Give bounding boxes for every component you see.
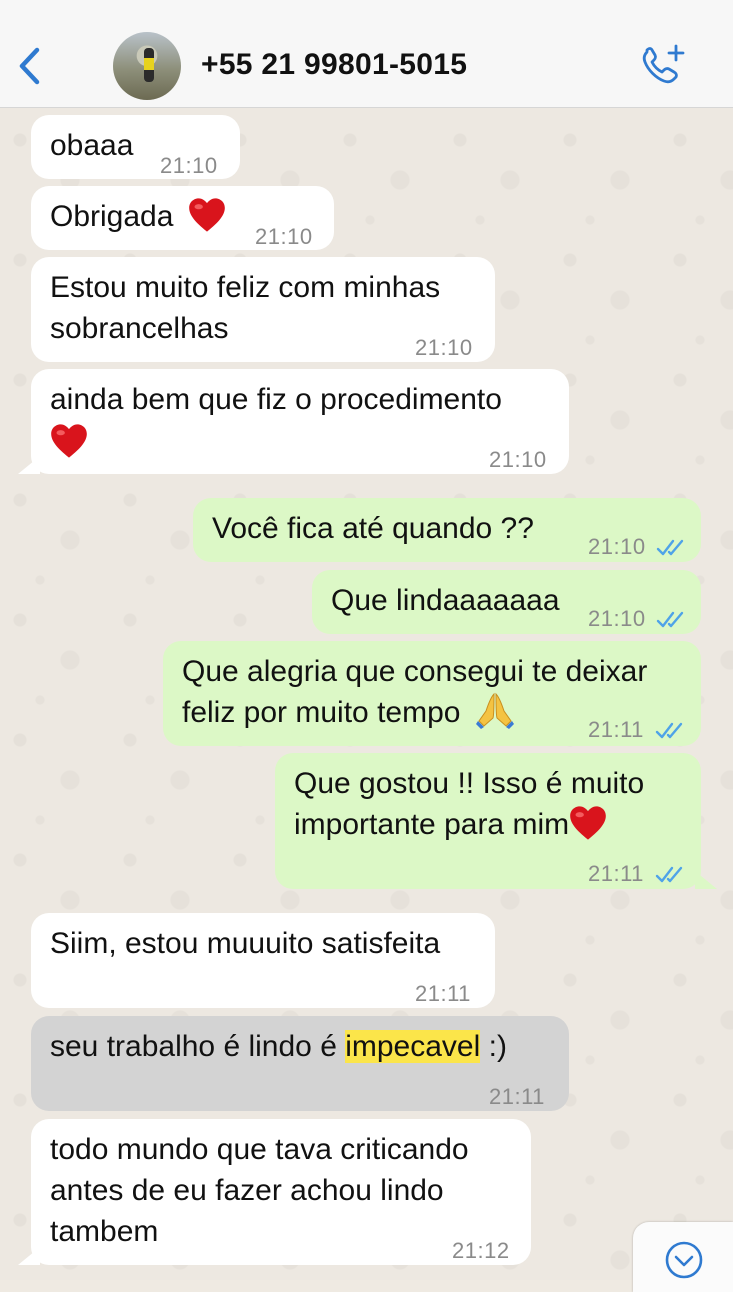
message-text-line: tambem <box>50 1215 159 1248</box>
message-text: Você fica até quando ?? <box>212 512 534 545</box>
message-text-line: feliz por muito tempo <box>182 696 461 729</box>
red-heart-icon <box>51 424 87 458</box>
double-check-icon <box>656 539 684 556</box>
message-text-line: Estou muito feliz com minhas <box>50 271 441 304</box>
incoming-message[interactable]: Obrigada 21:10 <box>31 186 334 250</box>
scroll-to-bottom-button[interactable] <box>633 1222 733 1292</box>
outgoing-message[interactable]: Que gostou !! Isso é muito importante pa… <box>275 753 701 889</box>
message-text: Siim, estou muuuito satisfeita <box>50 927 441 960</box>
outgoing-message[interactable]: Você fica até quando ?? 21:10 <box>193 498 701 562</box>
incoming-message[interactable]: ainda bem que fiz o procedimento 21:10 <box>31 369 569 474</box>
incoming-message[interactable]: Siim, estou muuuito satisfeita 21:11 <box>31 913 495 1008</box>
message-time: 21:11 <box>489 1084 545 1109</box>
folded-hands-icon <box>475 692 514 730</box>
phone-plus-icon <box>642 44 685 84</box>
message-time: 21:12 <box>452 1238 510 1263</box>
incoming-message[interactable]: obaaa 21:10 <box>31 115 240 179</box>
message-text: seu trabalho é lindo é <box>50 1030 346 1063</box>
outgoing-message[interactable]: Que lindaaaaaaa 21:10 <box>312 570 701 634</box>
message-time: 21:10 <box>415 335 473 360</box>
incoming-message[interactable]: todo mundo que tava criticando antes de … <box>31 1119 531 1265</box>
message-text-line: antes de eu fazer achou lindo <box>50 1174 444 1207</box>
double-check-icon <box>655 866 682 883</box>
incoming-message[interactable]: Estou muito feliz com minhas sobrancelha… <box>31 257 495 362</box>
message-text-line: importante para mim <box>294 808 570 841</box>
message-text: :) <box>480 1030 507 1063</box>
message-time: 21:11 <box>415 981 471 1006</box>
message-text-line: ainda bem que fiz o procedimento <box>50 383 502 416</box>
message-time: 21:10 <box>160 153 218 178</box>
message-text-line: todo mundo que tava criticando <box>50 1133 469 1166</box>
message-time: 21:10 <box>489 447 547 472</box>
outgoing-message[interactable]: Que alegria que consegui te deixar feliz… <box>163 641 701 746</box>
message-text-line: Que alegria que consegui te deixar <box>182 655 648 688</box>
back-button[interactable] <box>12 44 46 88</box>
chat-header: +55 21 99801-5015 <box>0 0 733 108</box>
bubble-tail <box>695 871 717 889</box>
message-list[interactable]: obaaa 21:10 Obrigada 21:10 Estou muito f… <box>0 0 733 1280</box>
chevron-down-circle-icon <box>665 1241 703 1279</box>
red-heart-icon <box>570 806 606 840</box>
double-check-icon <box>656 611 684 628</box>
message-time: 21:11 <box>588 853 685 894</box>
message-text: Obrigada <box>50 200 174 233</box>
message-time: 21:11 <box>588 709 685 750</box>
message-text: obaaa <box>50 129 134 162</box>
add-call-button[interactable] <box>638 42 688 88</box>
message-time: 21:10 <box>588 598 686 639</box>
message-text-line: sobrancelhas <box>50 312 229 345</box>
chevron-left-icon <box>19 47 40 85</box>
message-text: Que lindaaaaaaa <box>331 584 560 617</box>
message-time: 21:10 <box>588 526 686 567</box>
contact-avatar[interactable] <box>113 32 181 100</box>
message-text-line: Que gostou !! Isso é muito <box>294 767 645 800</box>
bubble-tail <box>18 456 40 474</box>
contact-name[interactable]: +55 21 99801-5015 <box>201 48 467 82</box>
incoming-message-selected[interactable]: seu trabalho é lindo é impecavel :) 21:1… <box>31 1016 569 1111</box>
search-highlight: impecavel <box>345 1030 481 1063</box>
red-heart-icon <box>188 198 225 232</box>
message-time: 21:10 <box>255 224 313 249</box>
double-check-icon <box>655 722 682 739</box>
